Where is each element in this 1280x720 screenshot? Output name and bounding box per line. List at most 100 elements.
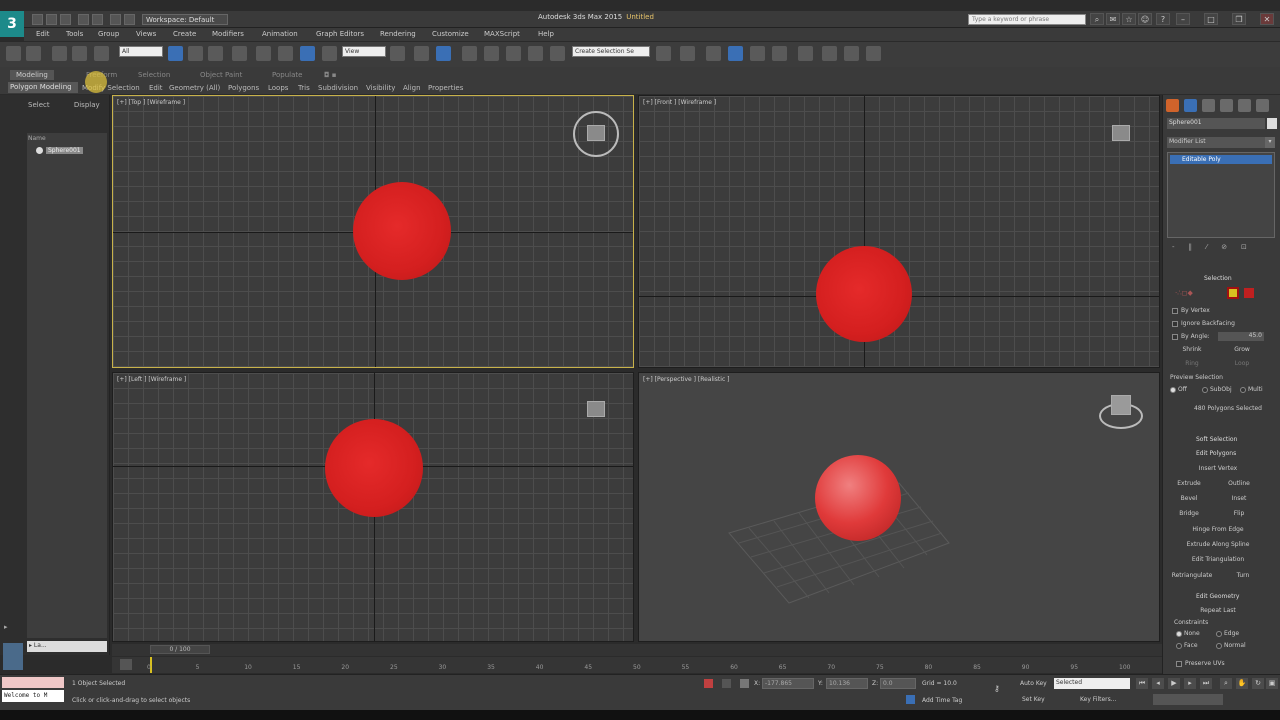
preview-multi-radio[interactable]: Multi	[1240, 386, 1263, 393]
rendered-frame-icon[interactable]	[844, 46, 859, 61]
ribbon-options-icon[interactable]: ◘ ▪	[324, 70, 337, 80]
prev-frame-icon[interactable]: ◂	[1152, 678, 1164, 689]
sphere-object[interactable]	[353, 182, 451, 280]
goto-end-icon[interactable]: ⏭	[1200, 678, 1212, 689]
rotate-icon[interactable]	[278, 46, 293, 61]
auto-key-button[interactable]: Auto Key	[1020, 680, 1047, 687]
rollout-edit-polygons[interactable]: Edit Polygons	[1196, 450, 1236, 457]
minimize-button[interactable]: –	[1176, 13, 1190, 25]
viewport-front[interactable]: [+] [Front ] [Wireframe ]	[638, 95, 1160, 368]
manipulate-icon[interactable]	[414, 46, 429, 61]
ribbon-toggle-icon[interactable]	[728, 46, 743, 61]
viewcube[interactable]	[1111, 395, 1131, 415]
spinner-snap-icon[interactable]	[528, 46, 543, 61]
snap-toggle-icon[interactable]	[462, 46, 477, 61]
stack-tools[interactable]: ‑‖⁄⊘⊡	[1172, 243, 1272, 254]
zoom-icon[interactable]: ⌕	[1220, 678, 1232, 689]
goto-start-icon[interactable]: ⏮	[1136, 678, 1148, 689]
redo-icon[interactable]	[92, 14, 103, 25]
open-icon[interactable]	[46, 14, 57, 25]
menu-views[interactable]: Views	[136, 29, 156, 40]
infocenter-icon[interactable]: ✉	[1106, 13, 1120, 25]
next-frame-icon[interactable]: ▸	[1184, 678, 1196, 689]
create-tab-icon[interactable]	[1166, 99, 1179, 112]
motion-tab-icon[interactable]	[1220, 99, 1233, 112]
render-production-icon[interactable]	[866, 46, 881, 61]
bind-spacewarp-icon[interactable]	[94, 46, 109, 61]
orbit-icon[interactable]: ↻	[1252, 678, 1264, 689]
tab-select[interactable]: Select	[28, 101, 50, 109]
edit-triangulation-button[interactable]: Edit Triangulation	[1176, 556, 1260, 563]
viewport-perspective[interactable]: [+] [Perspective ] [Realistic ]	[638, 372, 1160, 642]
sphere-object[interactable]	[815, 455, 901, 541]
menu-rendering[interactable]: Rendering	[380, 29, 416, 40]
menu-customize[interactable]: Customize	[432, 29, 469, 40]
maxscript-listener[interactable]: Welcome to M	[2, 690, 64, 702]
save-icon[interactable]	[60, 14, 71, 25]
stack-item-editable-poly[interactable]: Editable Poly	[1170, 155, 1272, 164]
pan-icon[interactable]: ✋	[1236, 678, 1248, 689]
outline-button[interactable]: Outline	[1222, 480, 1256, 487]
tab-selection[interactable]: Selection	[138, 70, 170, 80]
keyboard-shortcut-icon[interactable]	[436, 46, 451, 61]
scale-icon[interactable]	[300, 46, 315, 61]
undo-icon[interactable]	[6, 46, 21, 61]
favorites-icon[interactable]: ☆	[1122, 13, 1136, 25]
z-coord-field[interactable]: 0.0	[880, 678, 916, 689]
modify-tab-icon[interactable]	[1184, 99, 1197, 112]
ribbon-polygons[interactable]: Polygons	[228, 83, 259, 93]
link-icon[interactable]	[52, 46, 67, 61]
shrink-button[interactable]: Shrink	[1172, 346, 1212, 353]
utilities-tab-icon[interactable]	[1256, 99, 1269, 112]
viewport-left[interactable]: [+] [Left ] [Wireframe ]	[112, 372, 634, 642]
unlink-icon[interactable]	[72, 46, 87, 61]
column-header-name[interactable]: Name	[28, 135, 46, 142]
constraint-none-radio[interactable]: None	[1176, 630, 1200, 637]
grow-button[interactable]: Grow	[1222, 346, 1262, 353]
ignore-backfacing-checkbox[interactable]: Ignore Backfacing	[1172, 320, 1235, 327]
redo-icon[interactable]	[26, 46, 41, 61]
absolute-mode-icon[interactable]	[740, 679, 749, 688]
place-icon[interactable]	[322, 46, 337, 61]
viewport-top[interactable]: [+] [Top ] [Wireframe ]	[112, 95, 634, 368]
align-icon[interactable]	[680, 46, 695, 61]
modifier-list-dropdown[interactable]: Modifier List	[1167, 137, 1265, 148]
search-icon[interactable]: ⌕	[1090, 13, 1104, 25]
app-logo-button[interactable]: 3	[0, 11, 24, 37]
ring-button[interactable]: Ring	[1172, 360, 1212, 367]
by-angle-checkbox[interactable]: By Angle:	[1172, 333, 1210, 340]
menu-edit[interactable]: Edit	[36, 29, 50, 40]
menu-tools[interactable]: Tools	[66, 29, 83, 40]
object-color-swatch[interactable]	[1267, 118, 1277, 129]
insert-vertex-button[interactable]: Insert Vertex	[1180, 465, 1256, 472]
preview-off-radio[interactable]: Off	[1170, 386, 1187, 393]
tab-display[interactable]: Display	[74, 101, 100, 109]
repeat-last-button[interactable]: Repeat Last	[1186, 607, 1250, 614]
menu-animation[interactable]: Animation	[262, 29, 298, 40]
signin-icon[interactable]: ☺	[1138, 13, 1152, 25]
key-selection-dropdown[interactable]: Selected	[1054, 678, 1130, 689]
chevron-down-icon[interactable]: ▾	[1265, 137, 1275, 148]
polygon-subobject-icon[interactable]	[1227, 287, 1239, 299]
viewport-label-left[interactable]: [+] [Left ] [Wireframe ]	[117, 376, 186, 383]
mini-curve-editor-icon[interactable]	[120, 659, 132, 670]
ref-coord-dropdown[interactable]: View	[342, 46, 386, 57]
y-coord-field[interactable]: 10.136	[826, 678, 868, 689]
curve-editor-icon[interactable]	[750, 46, 765, 61]
turn-button[interactable]: Turn	[1228, 572, 1258, 579]
move-icon[interactable]	[256, 46, 271, 61]
visibility-bulb-icon[interactable]	[36, 147, 43, 154]
viewport-label-top[interactable]: [+] [Top ] [Wireframe ]	[117, 99, 185, 106]
by-angle-spinner[interactable]: 45.0	[1218, 332, 1264, 341]
rollout-soft-selection[interactable]: Soft Selection	[1196, 436, 1237, 443]
preview-subobj-radio[interactable]: SubObj	[1202, 386, 1232, 393]
search-input[interactable]: Type a keyword or phrase	[968, 14, 1086, 25]
polygon-modeling-panel[interactable]: Polygon Modeling	[8, 82, 78, 93]
selection-filter-dropdown[interactable]: All	[119, 46, 163, 57]
hinge-from-edge-button[interactable]: Hinge From Edge	[1176, 526, 1260, 533]
select-by-name-icon[interactable]	[188, 46, 203, 61]
extrude-along-spline-button[interactable]: Extrude Along Spline	[1176, 541, 1260, 548]
time-slider-thumb[interactable]: 0 / 100	[150, 645, 210, 654]
add-time-tag-button[interactable]: Add Time Tag	[922, 697, 962, 704]
undo-icon[interactable]	[78, 14, 89, 25]
